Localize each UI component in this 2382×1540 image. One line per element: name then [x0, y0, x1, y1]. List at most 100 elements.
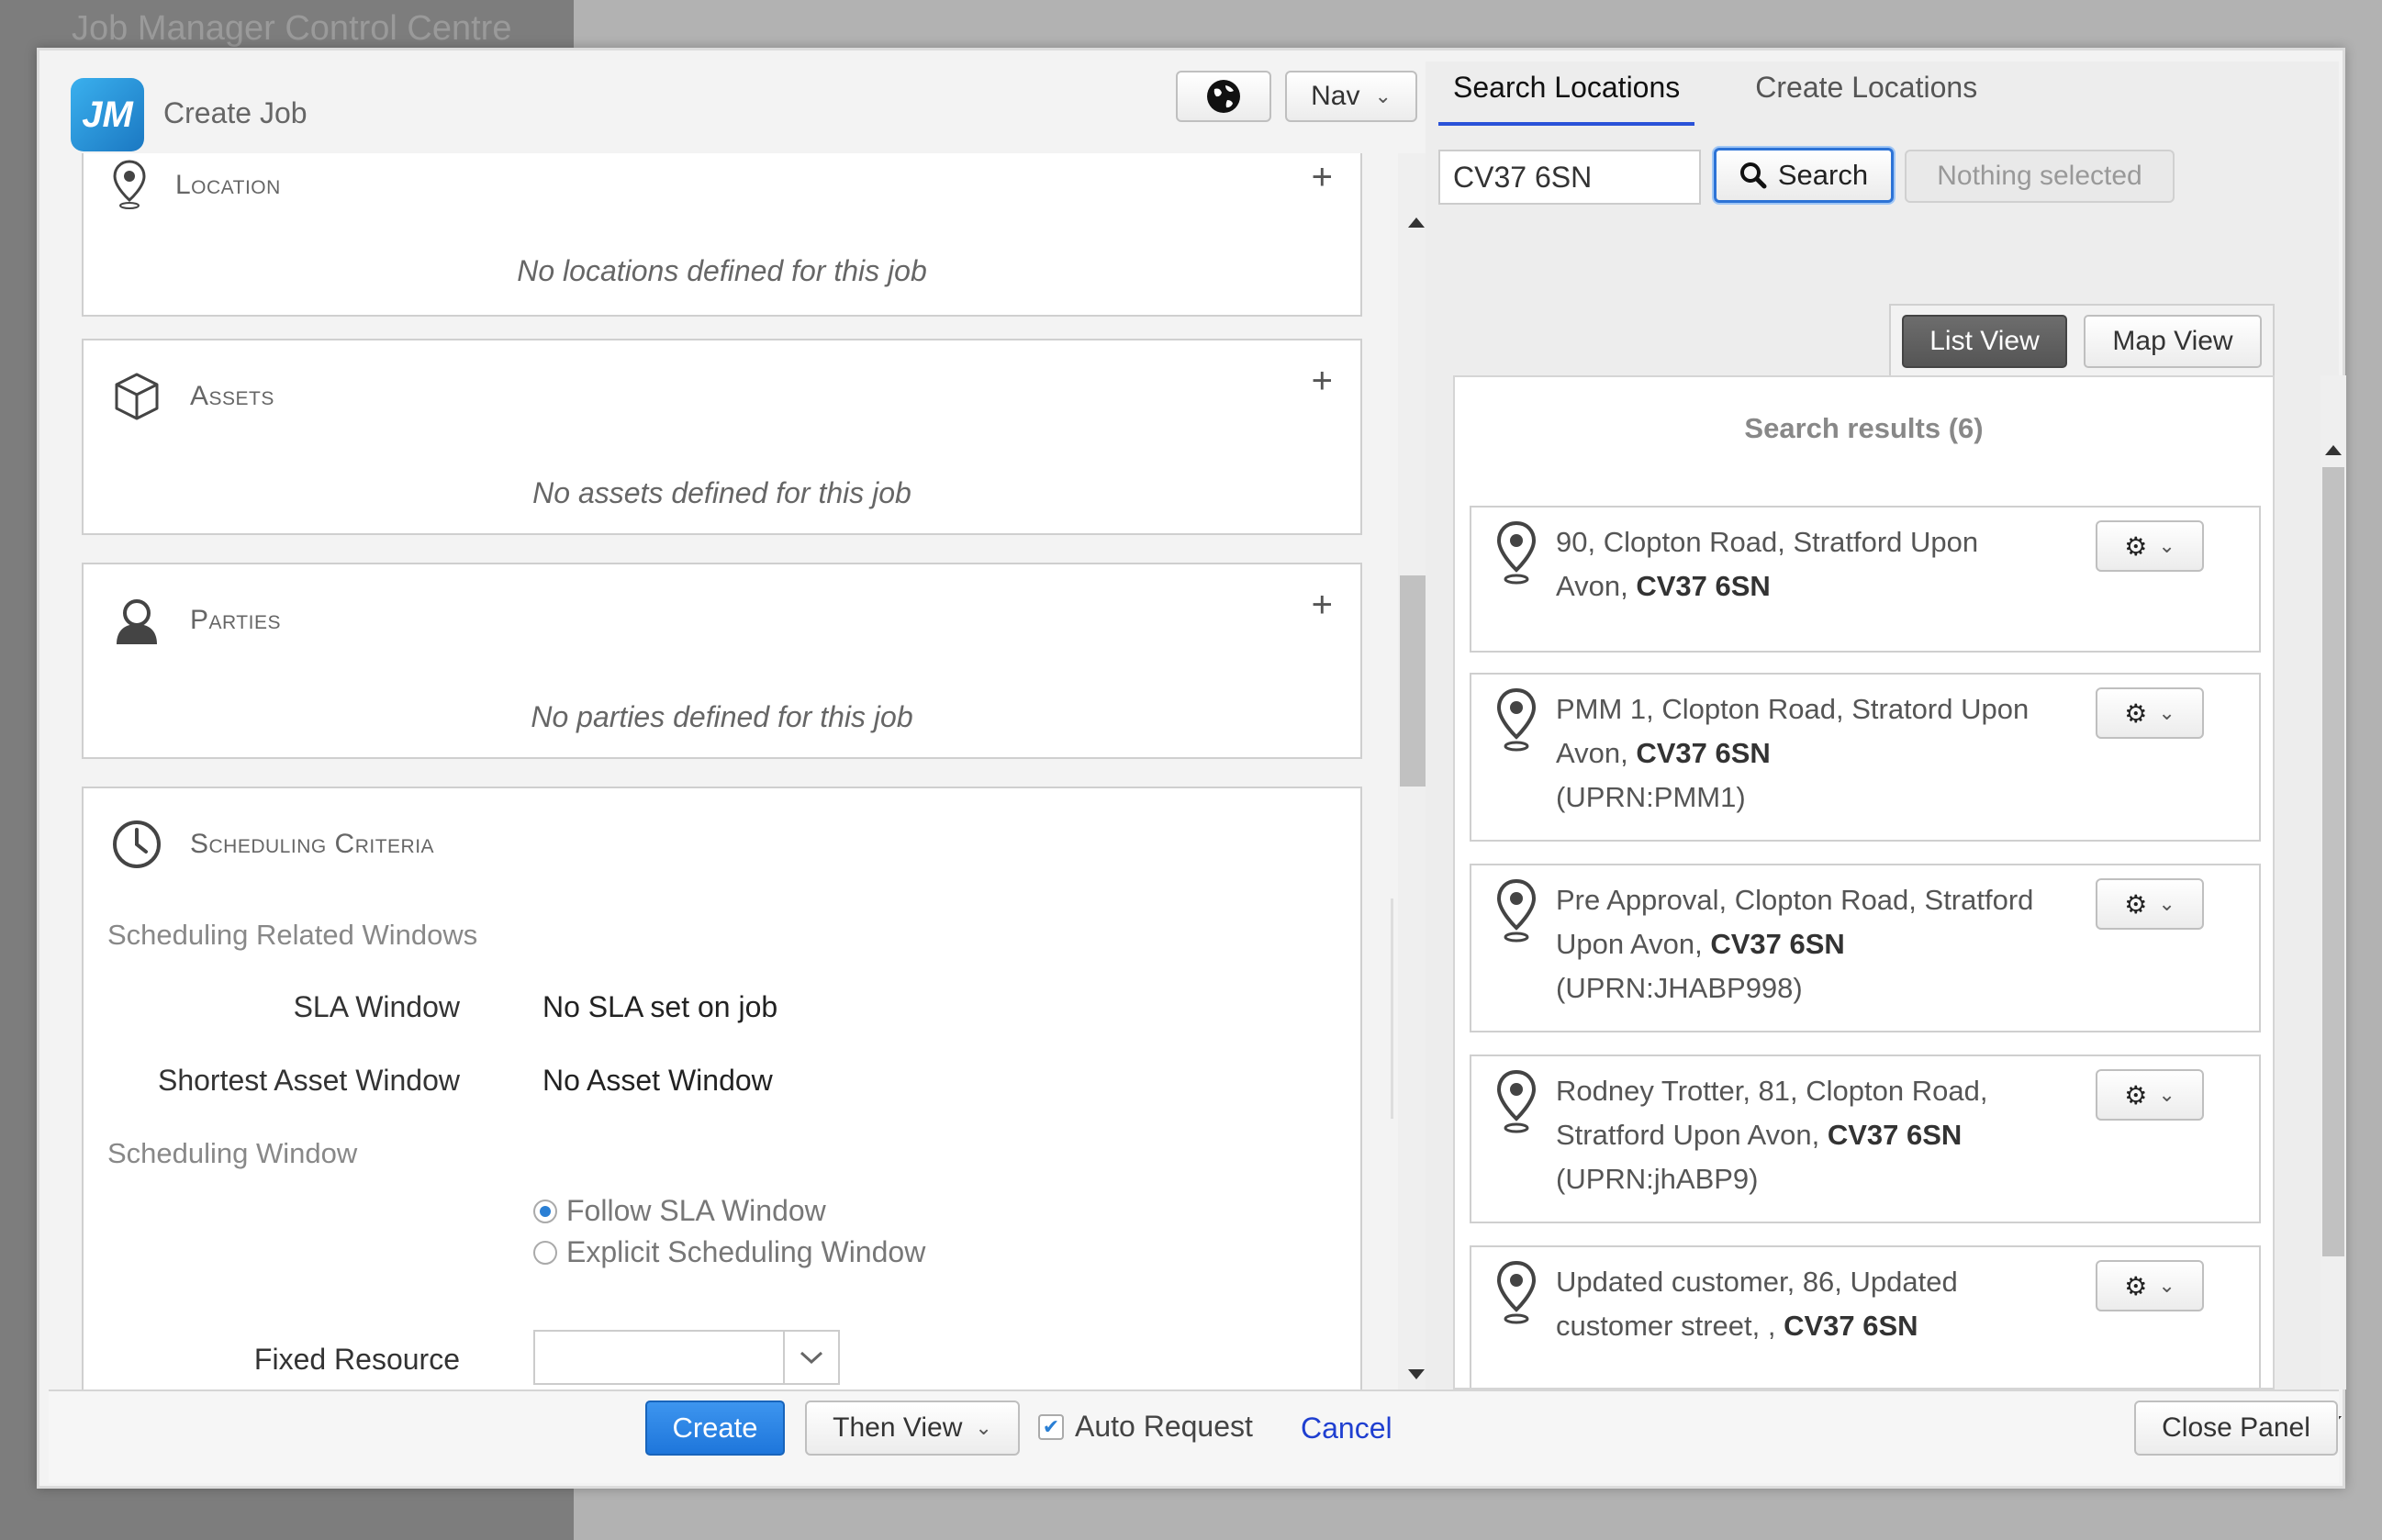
create-job-header: JM Create Job Nav ⌄ — [49, 61, 1426, 155]
chevron-down-icon: ⌄ — [1374, 84, 1392, 107]
scheduling-section-header: Scheduling Criteria — [111, 803, 434, 886]
chevron-down-icon: ⌄ — [2158, 534, 2175, 557]
sla-window-value: No SLA set on job — [542, 990, 778, 1023]
gear-icon: ⚙ — [2124, 889, 2148, 919]
shortest-asset-window-label: Shortest Asset Window — [157, 1064, 460, 1097]
scroll-up-arrow[interactable] — [1408, 218, 1425, 228]
then-view-dropdown[interactable]: Then View ⌄ — [805, 1401, 1020, 1456]
search-result-item[interactable]: Rodney Trotter, 81, Clopton Road, Stratf… — [1470, 1055, 2261, 1223]
inner-divider — [1391, 898, 1393, 1119]
parties-empty-text: No parties defined for this job — [531, 700, 913, 733]
map-view-button[interactable]: Map View — [2084, 315, 2262, 368]
gear-icon: ⚙ — [2124, 698, 2148, 728]
assets-empty-text: No assets defined for this job — [532, 476, 911, 509]
scheduling-section-title: Scheduling Criteria — [190, 829, 435, 859]
search-results-list[interactable]: Search results (6) 90, Clopton Road, Str… — [1453, 375, 2275, 1389]
tab-search-locations[interactable]: Search Locations — [1438, 61, 1695, 126]
results-scrollbar[interactable] — [2320, 375, 2346, 1426]
job-form-scroll-area[interactable]: Location + No locations defined for this… — [49, 153, 1426, 1389]
location-section-title: Location — [175, 170, 281, 200]
gear-icon: ⚙ — [2124, 531, 2148, 561]
result-address: Updated customer, 86, Updated customer s… — [1556, 1266, 1958, 1342]
scroll-thumb[interactable] — [2322, 467, 2344, 1256]
sla-window-label: SLA Window — [293, 990, 460, 1023]
globe-button[interactable] — [1176, 71, 1271, 122]
scheduling-related-windows-label: Scheduling Related Windows — [107, 919, 478, 951]
search-result-item[interactable]: Updated customer, 86, Updated customer s… — [1470, 1245, 2261, 1388]
location-section: Location + No locations defined for this… — [82, 153, 1362, 317]
scheduling-criteria-section: Scheduling Criteria Scheduling Related W… — [82, 787, 1393, 1389]
location-search-input[interactable]: CV37 6SN — [1438, 150, 1701, 205]
search-icon — [1739, 162, 1767, 189]
auto-request-option[interactable]: ✔ Auto Request — [1038, 1410, 1253, 1444]
view-toggle: List View Map View — [1889, 304, 2275, 375]
result-address: Rodney Trotter, 81, Clopton Road, Stratf… — [1556, 1075, 1988, 1195]
person-icon — [117, 599, 157, 644]
follow-sla-label: Follow SLA Window — [566, 1194, 826, 1227]
close-panel-button[interactable]: Close Panel — [2134, 1401, 2338, 1456]
chevron-down-icon: ⌄ — [2158, 701, 2175, 724]
tab-create-locations[interactable]: Create Locations — [1740, 61, 1992, 126]
result-address: PMM 1, Clopton Road, Stratord Upon Avon,… — [1556, 693, 2030, 813]
search-result-item[interactable]: Pre Approval, Clopton Road, Stratford Up… — [1470, 864, 2261, 1032]
search-result-item[interactable]: PMM 1, Clopton Road, Stratord Upon Avon,… — [1470, 673, 2261, 842]
explicit-window-label: Explicit Scheduling Window — [566, 1235, 926, 1268]
explicit-window-radio[interactable] — [533, 1240, 557, 1265]
chevron-down-icon — [783, 1332, 838, 1383]
add-location-button[interactable]: + — [1312, 157, 1333, 198]
search-result-item[interactable]: 90, Clopton Road, Stratford Upon Avon, C… — [1470, 506, 2261, 653]
auto-request-label: Auto Request — [1075, 1410, 1253, 1443]
follow-sla-radio[interactable] — [533, 1199, 557, 1223]
cancel-link[interactable]: Cancel — [1301, 1412, 1392, 1445]
location-pin-icon — [1496, 1260, 1537, 1324]
location-section-header: Location — [111, 153, 281, 227]
cube-icon — [115, 373, 159, 420]
scroll-down-arrow[interactable] — [1408, 1369, 1425, 1379]
gear-icon: ⚙ — [2124, 1080, 2148, 1110]
chevron-down-icon: ⌄ — [975, 1416, 992, 1439]
result-address: Pre Approval, Clopton Road, Stratford Up… — [1556, 884, 2034, 1004]
location-tabs: Search Locations Create Locations — [1438, 61, 1992, 126]
search-button[interactable]: Search — [1714, 148, 1894, 203]
result-actions-button[interactable]: ⚙ ⌄ — [2096, 520, 2204, 572]
result-actions-button[interactable]: ⚙ ⌄ — [2096, 1260, 2204, 1311]
add-party-button[interactable]: + — [1312, 585, 1333, 626]
result-actions-button[interactable]: ⚙ ⌄ — [2096, 878, 2204, 930]
shortest-asset-window-value: No Asset Window — [542, 1064, 773, 1097]
dialog-footer: Create Then View ⌄ ✔ Auto Request Cancel… — [49, 1389, 2339, 1483]
scroll-up-arrow[interactable] — [2325, 445, 2342, 455]
app-logo: JM — [71, 78, 144, 151]
chevron-down-icon: ⌄ — [2158, 892, 2175, 915]
follow-sla-radio-option[interactable]: Follow SLA Window — [533, 1194, 826, 1228]
fixed-resource-select[interactable] — [533, 1330, 840, 1385]
gear-icon: ⚙ — [2124, 1271, 2148, 1300]
search-results-title: Search results (6) — [1744, 412, 1984, 444]
auto-request-checkbox[interactable]: ✔ — [1038, 1413, 1064, 1440]
location-pin-icon — [1496, 1069, 1537, 1133]
create-button[interactable]: Create — [645, 1401, 785, 1456]
then-view-label: Then View — [833, 1412, 963, 1443]
background-app-title: Job Manager Control Centre — [72, 9, 512, 48]
list-view-button[interactable]: List View — [1902, 315, 2067, 368]
selection-dropdown[interactable]: Nothing selected — [1905, 150, 2175, 203]
result-actions-button[interactable]: ⚙ ⌄ — [2096, 1069, 2204, 1121]
assets-section-header: Assets — [111, 355, 274, 438]
location-pin-icon — [1496, 687, 1537, 752]
location-pin-icon — [1496, 878, 1537, 943]
assets-section-title: Assets — [190, 381, 274, 411]
assets-section: Assets + No assets defined for this job — [82, 339, 1362, 535]
nav-label: Nav — [1311, 81, 1360, 111]
parties-section: Parties + No parties defined for this jo… — [82, 563, 1362, 759]
page-title: Create Job — [163, 96, 308, 129]
parties-section-title: Parties — [190, 605, 281, 635]
fixed-resource-label: Fixed Resource — [253, 1343, 460, 1376]
location-pin-icon — [1496, 520, 1537, 585]
chevron-down-icon: ⌄ — [2158, 1083, 2175, 1106]
nav-dropdown-button[interactable]: Nav ⌄ — [1285, 71, 1417, 122]
add-asset-button[interactable]: + — [1312, 361, 1333, 402]
scheduling-window-label: Scheduling Window — [107, 1137, 358, 1169]
globe-icon — [1207, 80, 1240, 113]
result-actions-button[interactable]: ⚙ ⌄ — [2096, 687, 2204, 739]
explicit-window-radio-option[interactable]: Explicit Scheduling Window — [533, 1235, 925, 1269]
location-empty-text: No locations defined for this job — [517, 254, 927, 287]
